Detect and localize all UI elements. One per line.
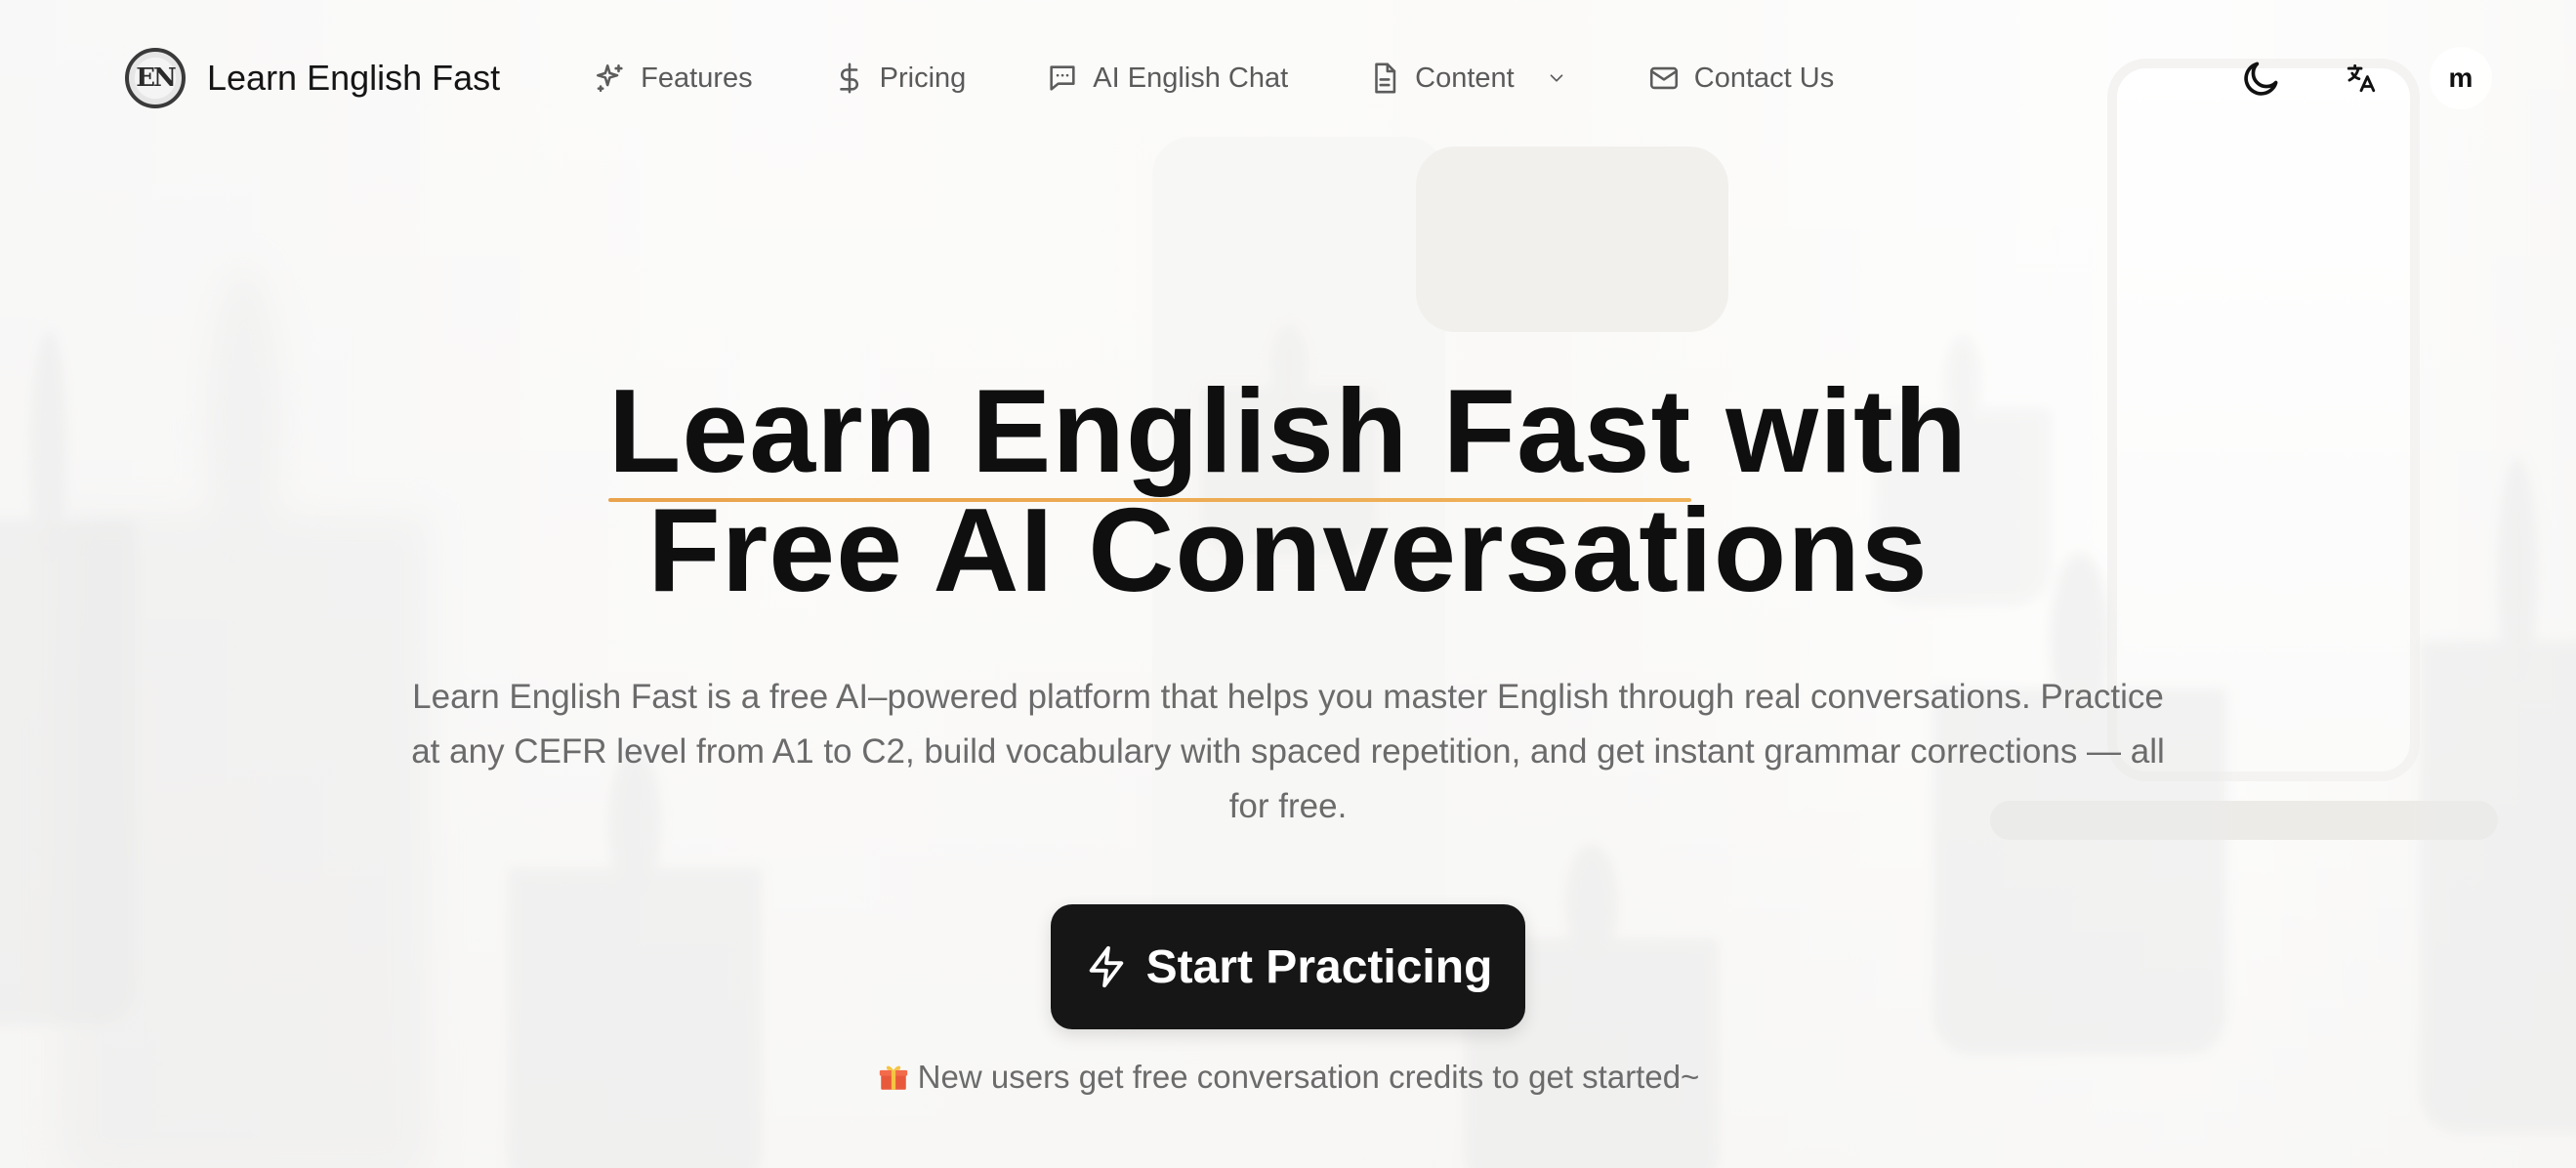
site-header: EN Learn English Fast Features Pricing A…	[0, 0, 2576, 156]
new-user-note-text: New users get free conversation credits …	[917, 1059, 1700, 1095]
header-actions: m	[2230, 47, 2492, 109]
nav-contact-us-label: Contact Us	[1693, 62, 1835, 94]
hero-title-highlight: Learn English Fast	[607, 364, 1692, 502]
language-button[interactable]	[2330, 47, 2392, 109]
gift-icon	[879, 1065, 907, 1090]
start-practicing-label: Start Practicing	[1145, 940, 1493, 993]
theme-toggle-button[interactable]	[2230, 47, 2293, 109]
main-nav: Features Pricing AI English Chat Content	[594, 62, 1834, 95]
nav-ai-english-chat-label: AI English Chat	[1093, 62, 1289, 94]
nav-features-label: Features	[641, 62, 753, 94]
nav-pricing-label: Pricing	[879, 62, 967, 94]
logo-icon: EN	[125, 48, 186, 108]
hero-title-rest: with	[1691, 364, 1969, 497]
user-avatar-button[interactable]: m	[2430, 47, 2492, 109]
hero-subtitle: Learn English Fast is a free AI–powered …	[411, 678, 2165, 825]
brand-name: Learn English Fast	[207, 58, 501, 98]
hero-title: Learn English Fast with Free AI Conversa…	[0, 371, 2576, 609]
brand-link[interactable]: EN Learn English Fast	[125, 48, 500, 108]
hero-title-line-2: Free AI Conversations	[647, 483, 1929, 616]
nav-pricing[interactable]: Pricing	[833, 62, 967, 95]
mail-icon	[1649, 66, 1678, 90]
nav-content-label: Content	[1415, 62, 1515, 94]
sparkles-icon	[597, 63, 623, 93]
nav-features[interactable]: Features	[594, 62, 753, 95]
translate-icon	[2347, 63, 2376, 93]
lightning-icon	[1089, 945, 1123, 988]
nav-contact-us[interactable]: Contact Us	[1647, 62, 1834, 95]
nav-content-dropdown[interactable]: Content	[1368, 62, 1567, 95]
chevron-down-icon	[1550, 74, 1563, 82]
chat-bubble-icon	[1050, 65, 1075, 91]
hero-title-line-1: Learn English Fast with	[0, 364, 2576, 502]
dollar-icon	[839, 63, 858, 94]
moon-icon	[2244, 62, 2278, 96]
start-practicing-button[interactable]: Start Practicing	[1051, 904, 1525, 1029]
document-icon	[1375, 63, 1396, 94]
hero-section: Learn English Fast with Free AI Conversa…	[0, 371, 2576, 1096]
new-user-note: New users get free conversation credits …	[0, 1059, 2576, 1096]
nav-ai-english-chat[interactable]: AI English Chat	[1046, 62, 1288, 95]
